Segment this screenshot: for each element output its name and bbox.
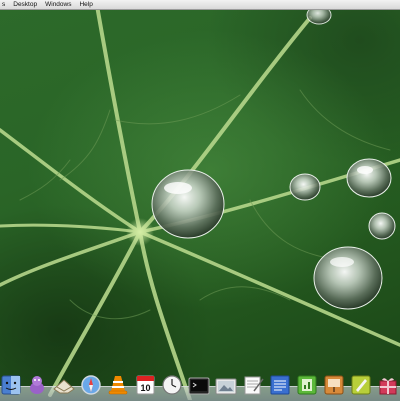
finder-icon [1,375,21,395]
document-icon [270,375,290,395]
dock-item-clock[interactable] [161,371,183,395]
imagination-icon [30,376,44,394]
dock-item-gift[interactable] [377,371,399,395]
calendar-icon: 10 [136,375,154,395]
dock-item-document[interactable] [269,371,291,395]
mail-icon [53,379,75,394]
water-droplets [151,5,396,310]
vlc-icon [108,376,128,395]
terminal-icon [188,377,210,395]
clock-icon [162,375,182,395]
dock-item-imagination[interactable] [26,371,48,395]
leaf-veins-graphic [0,0,400,400]
preview-icon [215,378,237,395]
dock: 10 [0,371,400,400]
dock-item-terminal[interactable] [188,371,210,395]
dock-item-keynote[interactable] [323,371,345,395]
gift-icon [379,378,397,395]
dock-item-calendar[interactable]: 10 [134,371,156,395]
dock-item-numbers[interactable] [296,371,318,395]
numbers-icon [297,375,317,395]
dock-item-preview[interactable] [215,371,237,395]
pages-icon [351,375,371,395]
dock-item-finder[interactable] [0,371,22,395]
menu-desktop[interactable]: Desktop [9,0,41,9]
menu-app[interactable]: s [0,0,9,9]
safari-icon [81,375,101,395]
dock-item-mail[interactable] [53,371,75,395]
calendar-day: 10 [140,383,150,393]
menu-bar: s Desktop Windows Help [0,0,400,10]
textedit-icon [244,376,264,395]
dock-item-vlc[interactable] [107,371,129,395]
desktop-wallpaper [0,0,400,400]
keynote-icon [324,375,344,395]
dock-item-safari[interactable] [80,371,102,395]
menu-windows[interactable]: Windows [41,0,75,9]
dock-item-textedit[interactable] [242,371,264,395]
menu-help[interactable]: Help [75,0,96,9]
dock-item-pages[interactable] [350,371,372,395]
